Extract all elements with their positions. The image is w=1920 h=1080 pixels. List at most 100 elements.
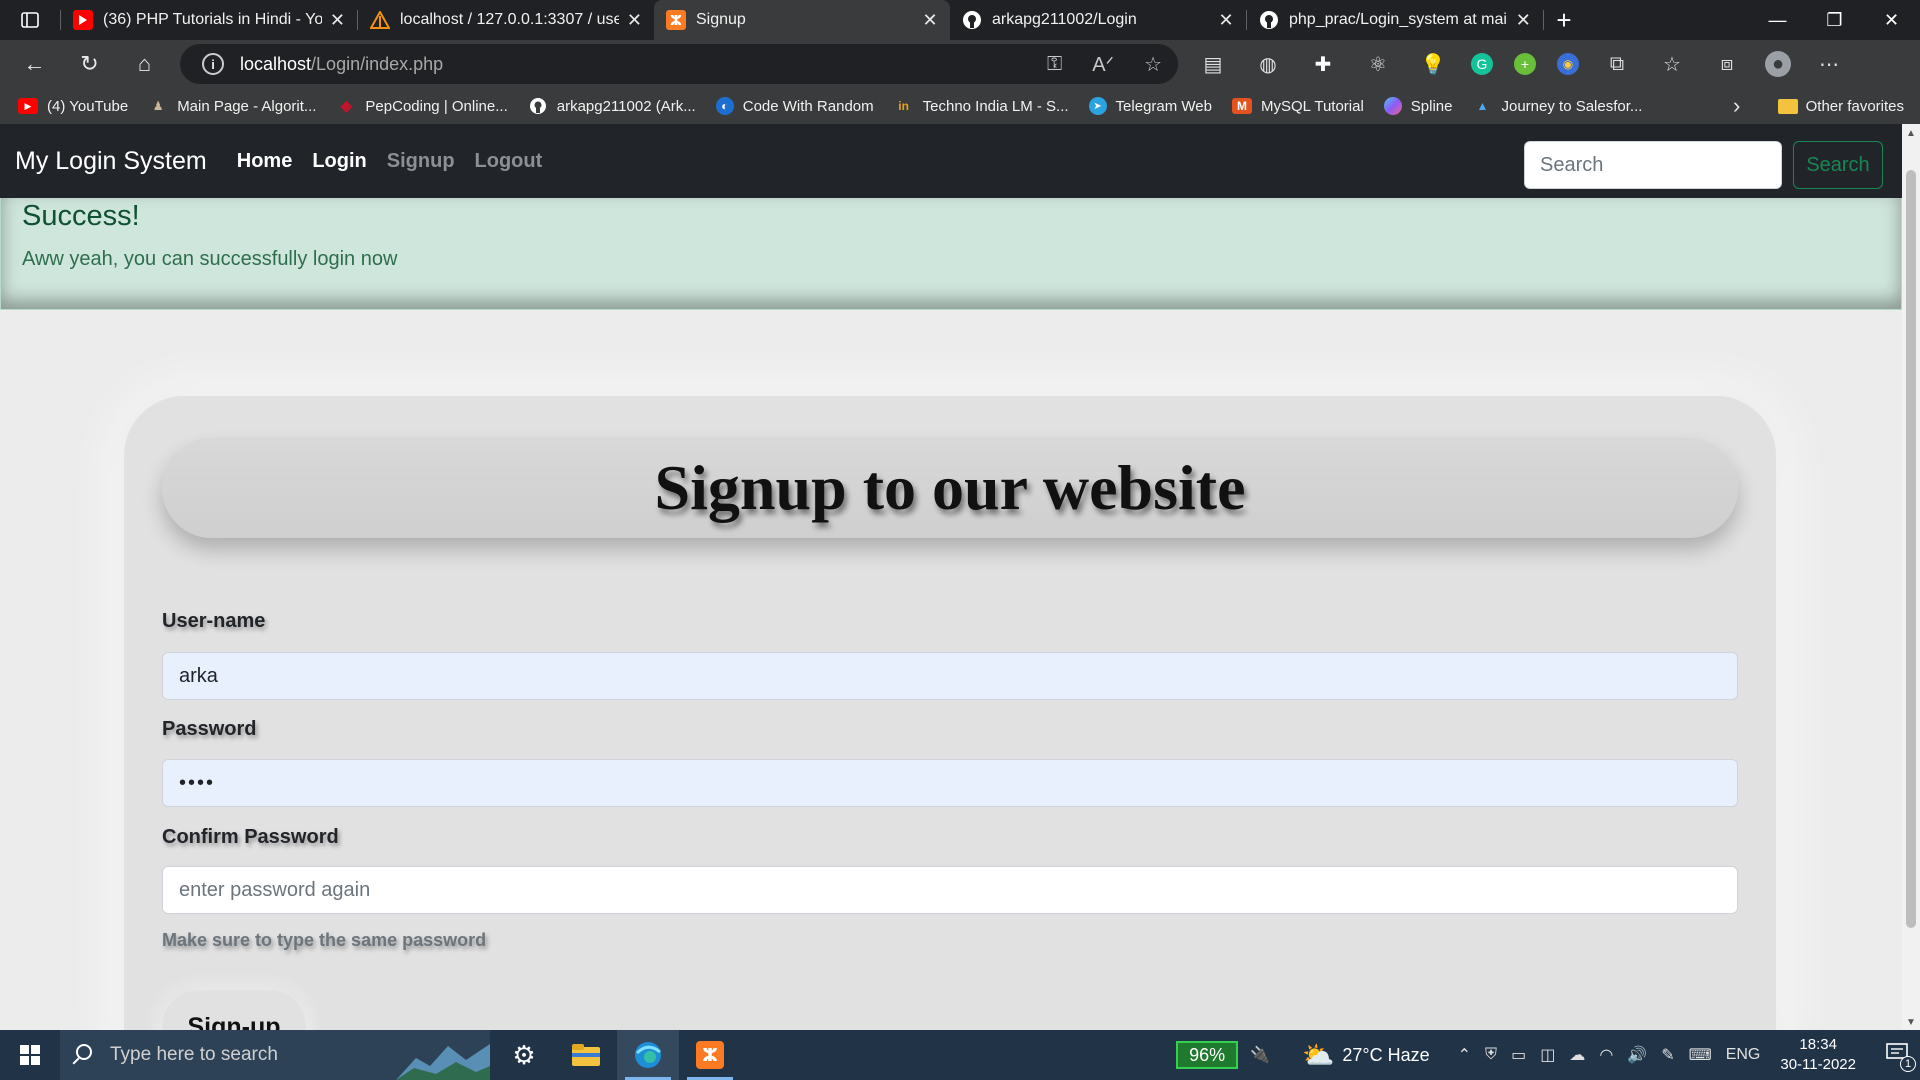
- bookmark-codewithrandom[interactable]: ◐ Code With Random: [715, 97, 874, 115]
- green-plus-icon[interactable]: +: [1514, 53, 1536, 75]
- bookmark-github[interactable]: arkapg211002 (Ark...: [528, 98, 696, 115]
- bookmark-algorithms[interactable]: ♟ Main Page - Algorit...: [148, 98, 317, 115]
- password-input[interactable]: ••••: [162, 759, 1738, 807]
- close-tab-icon[interactable]: ✕: [330, 10, 345, 31]
- camera-icon[interactable]: ◫: [1540, 1045, 1555, 1065]
- signup-card: Signup to our website User-name arka Pas…: [124, 396, 1776, 1030]
- taskbar-edge[interactable]: [617, 1030, 679, 1080]
- site-search-input[interactable]: Search: [1524, 141, 1782, 189]
- scroll-up-icon[interactable]: ▲: [1902, 128, 1920, 139]
- scrollbar-thumb[interactable]: [1906, 170, 1916, 928]
- start-button[interactable]: [0, 1030, 60, 1080]
- other-favorites-folder[interactable]: Other favorites: [1777, 88, 1904, 124]
- username-label: User-name: [162, 610, 266, 632]
- chess-icon: ♟: [152, 99, 164, 113]
- refresh-icon: ↻: [80, 51, 99, 76]
- puzzle-icon[interactable]: ⧉: [1600, 47, 1634, 81]
- window-controls: — ❐ ✕: [1749, 0, 1920, 40]
- close-tab-icon[interactable]: ✕: [922, 10, 938, 31]
- nav-logout-link[interactable]: Logout: [475, 150, 543, 173]
- pen-icon[interactable]: ✎: [1661, 1045, 1674, 1065]
- react-devtools-icon[interactable]: ⚛: [1361, 47, 1395, 81]
- close-icon: ✕: [1883, 9, 1900, 30]
- new-tab-button[interactable]: +: [1544, 0, 1584, 40]
- minimize-button[interactable]: —: [1749, 0, 1806, 40]
- page-scrollbar[interactable]: ▲ ▼: [1902, 124, 1920, 1030]
- confirm-password-input[interactable]: enter password again: [162, 866, 1738, 914]
- nav-signup-link[interactable]: Signup: [387, 150, 455, 173]
- profile-avatar-icon[interactable]: ●: [1765, 51, 1791, 77]
- code-with-random-icon: ◐: [715, 97, 734, 115]
- home-button[interactable]: ⌂: [117, 40, 172, 88]
- site-brand[interactable]: My Login System: [15, 147, 207, 176]
- favorites-icon[interactable]: ☆: [1655, 47, 1689, 81]
- wifi-icon[interactable]: ◠: [1599, 1045, 1613, 1065]
- bookmark-telegram[interactable]: ➤ Telegram Web: [1088, 97, 1212, 115]
- read-aloud-icon[interactable]: Aᐟ: [1092, 52, 1114, 77]
- bookmark-techno-india[interactable]: in Techno India LM - S...: [894, 98, 1068, 115]
- tab-github-login[interactable]: arkapg211002/Login ✕: [950, 0, 1246, 40]
- taskbar-search[interactable]: Type here to search: [60, 1030, 490, 1080]
- close-tab-icon[interactable]: ✕: [1516, 10, 1531, 31]
- signup-header: Signup to our website: [162, 438, 1738, 538]
- bookmark-youtube[interactable]: ▶ (4) YouTube: [18, 98, 128, 115]
- colorful-extension-icon[interactable]: ◉: [1557, 53, 1579, 75]
- site-info-icon[interactable]: i: [202, 53, 224, 75]
- collections-add-icon[interactable]: ⧈: [1710, 47, 1744, 81]
- more-options-icon[interactable]: ⋯: [1812, 47, 1846, 81]
- keyboard-icon[interactable]: ⌨: [1689, 1045, 1712, 1065]
- restore-button[interactable]: ❐: [1806, 0, 1863, 40]
- taskbar-xampp[interactable]: ⵣ: [679, 1030, 741, 1080]
- refresh-button[interactable]: ↻: [62, 40, 117, 88]
- close-tab-icon[interactable]: ✕: [627, 10, 642, 31]
- key-icon[interactable]: ⚿: [1047, 53, 1062, 76]
- username-input[interactable]: arka: [162, 652, 1738, 700]
- nav-home-link[interactable]: Home: [237, 150, 293, 173]
- bulb-icon[interactable]: 💡: [1416, 47, 1450, 81]
- chevron-up-icon[interactable]: ⌃: [1458, 1045, 1471, 1065]
- language-indicator[interactable]: ENG: [1726, 1046, 1761, 1064]
- tab-github-php-prac[interactable]: php_prac/Login_system at main ✕: [1247, 0, 1543, 40]
- tab-actions-button[interactable]: [0, 0, 60, 40]
- defender-shield-icon[interactable]: ⛨: [1485, 1046, 1497, 1064]
- url-bar[interactable]: i localhost/Login/index.php ⚿ Aᐟ ☆: [180, 44, 1178, 84]
- tab-phpmyadmin[interactable]: localhost / 127.0.0.1:3307 / users ✕: [358, 0, 654, 40]
- notification-center-button[interactable]: 1: [1874, 1030, 1920, 1080]
- bookmark-salesforce[interactable]: ▲ Journey to Salesfor...: [1473, 98, 1643, 115]
- nav-login-link[interactable]: Login: [312, 150, 366, 173]
- taskbar-clock[interactable]: 18:34 30-11-2022: [1780, 1035, 1856, 1075]
- collections-icon[interactable]: ▤: [1196, 47, 1230, 81]
- weather-widget[interactable]: ⛅ 27°C Haze: [1302, 1040, 1430, 1071]
- tab-title: localhost / 127.0.0.1:3307 / users: [400, 11, 619, 28]
- tab-title: Signup: [696, 11, 746, 28]
- bookmark-pepcoding[interactable]: ◆ PepCoding | Online...: [336, 98, 507, 116]
- telegram-icon: ➤: [1088, 97, 1107, 115]
- battery-icon[interactable]: ▭: [1511, 1045, 1526, 1065]
- bookmark-spline[interactable]: Spline: [1383, 97, 1453, 115]
- mysql-icon: M: [1231, 98, 1252, 114]
- arrow-left-icon: ←: [23, 51, 46, 76]
- home-icon: ⌂: [137, 51, 152, 76]
- signup-button[interactable]: Sign-up: [162, 990, 306, 1030]
- close-window-button[interactable]: ✕: [1863, 0, 1920, 40]
- extension-plus-icon[interactable]: ✚: [1306, 47, 1340, 81]
- grammarly-icon[interactable]: G: [1471, 53, 1493, 75]
- back-button[interactable]: ←: [7, 40, 62, 88]
- site-search-button[interactable]: Search: [1793, 141, 1883, 189]
- taskbar-settings[interactable]: ⚙: [493, 1030, 555, 1080]
- volume-icon[interactable]: 🔊: [1627, 1045, 1647, 1065]
- confirm-password-label: Confirm Password: [162, 826, 339, 848]
- password-help-text: Make sure to type the same password: [162, 930, 487, 950]
- taskbar-file-explorer[interactable]: [555, 1030, 617, 1080]
- onedrive-cloud-icon[interactable]: ☁: [1569, 1045, 1585, 1065]
- more-bookmarks-button[interactable]: ›: [1733, 88, 1740, 124]
- bookmark-mysql[interactable]: M MySQL Tutorial: [1231, 98, 1364, 115]
- tab-signup[interactable]: ⵣ Signup ✕: [654, 0, 950, 40]
- extension-icon[interactable]: ◍: [1251, 47, 1285, 81]
- close-tab-icon[interactable]: ✕: [1218, 10, 1234, 31]
- add-favorite-icon[interactable]: ☆: [1144, 52, 1162, 77]
- scroll-down-icon[interactable]: ▼: [1902, 1017, 1920, 1028]
- tab-youtube[interactable]: (36) PHP Tutorials in Hindi - YouTube ✕: [61, 0, 357, 40]
- battery-indicator[interactable]: 96%: [1176, 1041, 1239, 1069]
- youtube-icon: [73, 10, 93, 30]
